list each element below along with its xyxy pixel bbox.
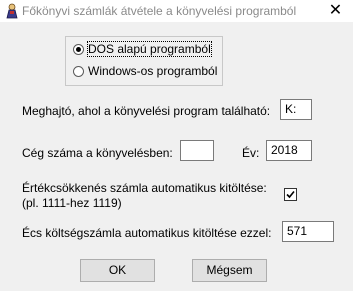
depreciation-checkbox[interactable] — [284, 188, 297, 201]
company-number-input[interactable] — [180, 140, 214, 161]
drive-label: Meghajtó, ahol a könyvelési program talá… — [22, 104, 271, 118]
expense-account-input[interactable]: 571 — [282, 221, 334, 242]
drive-input[interactable]: K: — [280, 99, 312, 120]
app-icon — [4, 3, 20, 19]
title-bar: Főkönyvi számlák átvétele a könyvelési p… — [0, 0, 353, 22]
radio-windows[interactable] — [73, 66, 84, 77]
depreciation-example: (pl. 1111-hez 1119) — [22, 196, 122, 210]
radio-dos-label[interactable]: DOS alapú programból — [87, 41, 212, 57]
company-number-label: Cég száma a könyvelésben: — [22, 146, 173, 160]
close-button[interactable]: ✕ — [322, 2, 349, 19]
year-label: Év: — [242, 146, 260, 160]
checkmark-icon — [286, 190, 295, 199]
radio-dos[interactable] — [73, 44, 84, 55]
ok-button[interactable]: OK — [80, 259, 155, 282]
depreciation-label: Értékcsökkenés számla automatikus kitölt… — [22, 181, 267, 195]
window-title: Főkönyvi számlák átvétele a könyvelési p… — [22, 4, 297, 18]
radio-windows-label[interactable]: Windows-os programból — [88, 64, 217, 78]
year-input[interactable]: 2018 — [266, 140, 312, 161]
cancel-button[interactable]: Mégsem — [192, 259, 267, 282]
radio-selected-dot — [76, 47, 81, 52]
expense-account-label: Écs költségszámla automatikus kitöltése … — [22, 226, 272, 240]
